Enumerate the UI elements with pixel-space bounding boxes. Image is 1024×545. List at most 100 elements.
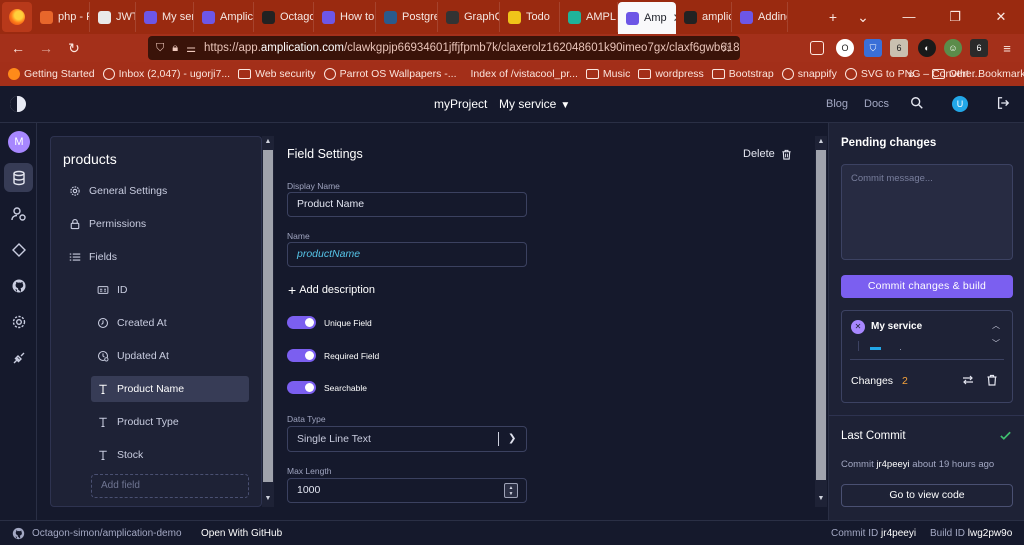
scroll-down-arrow-icon[interactable]: ▼ (262, 495, 274, 502)
add-description-button[interactable]: + Add description (288, 283, 375, 297)
browser-tab[interactable]: Amplic (194, 2, 254, 32)
field-item-product-type[interactable]: Product Type (91, 409, 249, 435)
shield-extension-icon[interactable]: ⛉ (864, 39, 882, 57)
scroll-down-arrow-icon[interactable]: ▼ (815, 495, 827, 502)
browser-tab[interactable]: php - F (32, 2, 90, 32)
field-item-id[interactable]: ID (91, 277, 249, 303)
firefox-menu-button[interactable] (2, 2, 32, 32)
nav-permissions[interactable]: Permissions (69, 218, 146, 230)
browser-tab[interactable]: Todo (500, 2, 560, 32)
extension-o-icon[interactable]: O (836, 39, 854, 57)
permissions-icon[interactable]: ⚌ (186, 42, 196, 55)
app-menu-icon[interactable]: ≡ (998, 39, 1016, 57)
browser-tab[interactable]: Octago (254, 2, 314, 32)
delete-button[interactable]: Delete (743, 148, 792, 160)
searchable-toggle[interactable] (287, 381, 316, 394)
build-id-value[interactable]: lwg2pw9o (968, 528, 1012, 539)
url-text[interactable]: https://app.amplication.com/clawkgpjp669… (204, 42, 740, 54)
data-type-select[interactable]: Single Line Text ❯ (287, 426, 527, 452)
extension-face-icon[interactable]: ☺ (944, 39, 962, 57)
bookmark-item[interactable]: Index of /vistacool_pr... (465, 68, 578, 80)
chevron-down-icon[interactable]: ﹀ (992, 338, 1000, 349)
scrollbar-thumb[interactable] (263, 150, 273, 482)
main-scrollbar[interactable]: ▲ ▼ (815, 136, 827, 507)
blog-link[interactable]: Blog (826, 98, 848, 110)
browser-tab[interactable]: amplic (676, 2, 732, 32)
browser-tab[interactable]: My service (136, 2, 194, 32)
browser-tab[interactable]: Amp✕ (618, 2, 676, 34)
name-input[interactable]: productName (287, 242, 527, 267)
scrollbar-thumb[interactable] (816, 150, 826, 480)
rail-settings[interactable] (4, 307, 33, 336)
maximize-button[interactable]: ❐ (932, 9, 978, 25)
nav-general-settings[interactable]: General Settings (69, 185, 167, 197)
search-icon[interactable] (910, 96, 924, 110)
scroll-up-arrow-icon[interactable]: ▲ (815, 138, 827, 145)
entity-scrollbar[interactable]: ▲ ▼ (262, 136, 274, 507)
new-tab-button[interactable]: + (818, 9, 848, 25)
bookmark-item[interactable]: Parrot OS Wallpapers -... (323, 68, 457, 80)
back-button[interactable]: ← (4, 40, 32, 56)
rail-github[interactable] (4, 271, 33, 300)
bookmark-item[interactable]: Bootstrap (711, 68, 774, 80)
bookmark-item[interactable]: Web security (238, 68, 316, 80)
bookmark-item[interactable]: Inbox (2,047) - ugorji7... (102, 68, 230, 80)
rail-roles[interactable] (4, 199, 33, 228)
last-commit-id[interactable]: jr4peeyi (876, 459, 909, 470)
browser-tab[interactable]: Postgre (376, 2, 438, 32)
chevron-down-icon[interactable]: ❯ (508, 427, 516, 451)
browser-tab[interactable]: Adding (732, 2, 788, 32)
compare-arrows-icon[interactable] (962, 374, 974, 386)
shield-icon[interactable]: ⛉ (156, 42, 164, 55)
amplication-logo-icon[interactable] (10, 96, 26, 112)
field-item-product-name[interactable]: Product Name (91, 376, 249, 402)
bookmark-item[interactable]: snappify (781, 68, 837, 80)
forward-button[interactable]: → (32, 40, 60, 56)
lock-icon[interactable]: 🔒︎ (172, 42, 178, 55)
browser-tab[interactable]: How to (314, 2, 376, 32)
more-bookmarks-button[interactable]: » (908, 67, 915, 81)
service-selector[interactable]: My service ▼ (499, 97, 570, 111)
bookmark-item[interactable]: Getting Started (8, 68, 95, 80)
docs-link[interactable]: Docs (864, 98, 889, 110)
nav-fields[interactable]: Fields (69, 251, 117, 263)
number-stepper[interactable]: ▲ ▼ (504, 483, 518, 498)
logout-icon[interactable] (996, 96, 1010, 110)
close-window-button[interactable]: ✕ (978, 9, 1024, 25)
open-with-github-link[interactable]: Open With GitHub (201, 528, 282, 539)
other-bookmarks-folder[interactable]: Other Bookmarks (932, 68, 1024, 80)
workspace-avatar[interactable]: M (8, 131, 30, 153)
pocket-icon[interactable] (810, 41, 824, 55)
extension-circle-icon[interactable]: ◐ (918, 39, 936, 57)
browser-tab[interactable]: AMPLIC (560, 2, 618, 32)
trash-icon[interactable] (986, 374, 998, 386)
chevron-up-icon[interactable]: ︿ (992, 320, 1000, 331)
bookmark-star-icon[interactable]: ☆ (720, 40, 732, 56)
bookmark-item[interactable]: Music (585, 68, 630, 80)
url-bar[interactable]: ⛉ 🔒︎ ⚌ https://app.amplication.com/clawk… (148, 36, 740, 60)
rail-plugins[interactable] (4, 235, 33, 264)
rail-entities[interactable] (4, 163, 33, 192)
add-field-input[interactable]: Add field (91, 474, 249, 498)
list-tabs-button[interactable]: ⌄ (848, 9, 878, 26)
rail-connections[interactable] (4, 343, 33, 372)
field-item-created-at[interactable]: Created At (91, 310, 249, 336)
unique-field-toggle[interactable] (287, 316, 316, 329)
reload-button[interactable]: ↻ (60, 40, 88, 57)
required-field-toggle[interactable] (287, 349, 316, 362)
commit-id-value[interactable]: jr4peeyi (881, 528, 916, 539)
view-code-button[interactable]: Go to view code (841, 484, 1013, 507)
field-item-updated-at[interactable]: Updated At (91, 343, 249, 369)
browser-tab[interactable]: JWT Au (90, 2, 136, 32)
display-name-input[interactable]: Product Name (287, 192, 527, 217)
commit-message-input[interactable]: Commit message... (841, 164, 1013, 260)
project-name[interactable]: myProject (434, 97, 487, 111)
max-length-input[interactable]: 1000 ▲ ▼ (287, 478, 527, 503)
field-item-stock[interactable]: Stock (91, 442, 249, 468)
bookmark-item[interactable]: wordpress (638, 68, 704, 80)
browser-tab[interactable]: GraphQ (438, 2, 500, 32)
extension-badge-icon[interactable]: 6 (890, 39, 908, 57)
minimize-button[interactable]: — (886, 9, 932, 25)
commit-build-button[interactable]: Commit changes & build (841, 275, 1013, 298)
extension-updates-icon[interactable]: 6 (970, 39, 988, 57)
